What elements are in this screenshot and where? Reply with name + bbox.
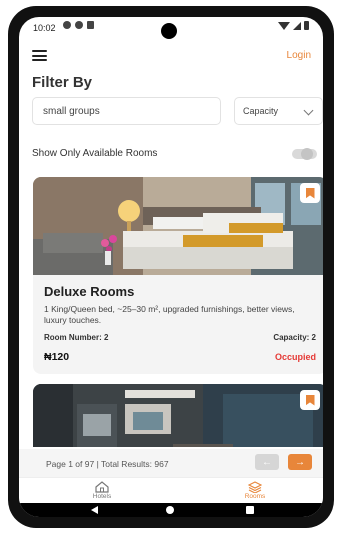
rooms-icon bbox=[248, 481, 262, 493]
android-nav-bar bbox=[19, 503, 323, 517]
prev-page-button[interactable]: ← bbox=[255, 454, 279, 470]
room-card-body: Deluxe Rooms 1 King/Queen bed, ~25–30 m²… bbox=[33, 275, 323, 374]
arrow-right-icon: → bbox=[295, 456, 305, 468]
status-bar: 10:02 bbox=[19, 17, 323, 39]
app-icon bbox=[75, 21, 83, 29]
home-icon[interactable] bbox=[166, 506, 174, 514]
bookmark-button[interactable] bbox=[300, 183, 320, 203]
bookmark-icon bbox=[305, 394, 315, 406]
room-description: 1 King/Queen bed, ~25–30 m², upgraded fu… bbox=[44, 304, 295, 325]
tab-hotels-label: Hotels bbox=[92, 493, 112, 500]
arrow-left-icon: ← bbox=[262, 456, 272, 468]
next-page-button[interactable]: → bbox=[288, 454, 312, 470]
tab-rooms[interactable]: Rooms bbox=[225, 481, 285, 500]
file-icon bbox=[87, 21, 94, 29]
recents-icon[interactable] bbox=[246, 506, 254, 514]
wifi-icon bbox=[278, 21, 290, 30]
hotel-icon bbox=[95, 481, 109, 493]
signal-icon bbox=[293, 21, 301, 30]
available-rooms-toggle[interactable] bbox=[292, 148, 317, 160]
battery-icon bbox=[304, 21, 309, 30]
camera-cutout bbox=[161, 23, 177, 39]
hotel-room-photo bbox=[33, 384, 323, 447]
room-card[interactable]: Deluxe Rooms 1 King/Queen bed, ~25–30 m²… bbox=[33, 177, 323, 374]
capacity-select[interactable]: Capacity bbox=[234, 97, 323, 125]
screen: 10:02 Login Filter By Capacity Show Only… bbox=[19, 17, 323, 517]
room-number: Room Number: 2 bbox=[44, 333, 109, 342]
status-time: 10:02 bbox=[33, 23, 56, 33]
phone-frame: 10:02 Login Filter By Capacity Show Only… bbox=[8, 6, 334, 528]
room-card[interactable] bbox=[33, 384, 323, 447]
room-photo bbox=[33, 384, 323, 447]
back-icon[interactable] bbox=[91, 506, 98, 514]
available-rooms-label: Show Only Available Rooms bbox=[32, 148, 158, 159]
login-link[interactable]: Login bbox=[287, 50, 311, 61]
tab-hotels[interactable]: Hotels bbox=[72, 481, 132, 500]
page-info: Page 1 of 97 | Total Results: 967 bbox=[46, 459, 169, 469]
status-badge: Occupied bbox=[274, 352, 316, 362]
bottom-tab-bar: Hotels Rooms bbox=[19, 477, 323, 504]
filter-title: Filter By bbox=[32, 74, 93, 91]
tab-rooms-label: Rooms bbox=[244, 493, 266, 500]
room-photo bbox=[33, 177, 323, 275]
room-price-row: ₦120 Occupied bbox=[44, 351, 316, 363]
capacity-select-label: Capacity bbox=[243, 106, 279, 116]
hotel-room-photo bbox=[33, 177, 323, 275]
settings-icon bbox=[63, 21, 71, 29]
notification-icons bbox=[63, 21, 94, 29]
room-title: Deluxe Rooms bbox=[44, 284, 135, 299]
chevron-down-icon bbox=[303, 105, 314, 116]
room-list[interactable]: Deluxe Rooms 1 King/Queen bed, ~25–30 m²… bbox=[33, 177, 323, 447]
room-meta-row: Room Number: 2 Capacity: 2 bbox=[44, 333, 316, 342]
room-price: ₦120 bbox=[44, 351, 70, 363]
system-icons bbox=[278, 21, 309, 30]
room-capacity: Capacity: 2 bbox=[273, 333, 316, 342]
pagination-bar: Page 1 of 97 | Total Results: 967 ← → bbox=[19, 449, 323, 477]
bookmark-button[interactable] bbox=[300, 390, 320, 410]
bookmark-icon bbox=[305, 187, 315, 199]
toggle-knob bbox=[301, 148, 313, 160]
search-input[interactable] bbox=[32, 97, 221, 125]
hamburger-menu-icon[interactable] bbox=[32, 50, 47, 61]
